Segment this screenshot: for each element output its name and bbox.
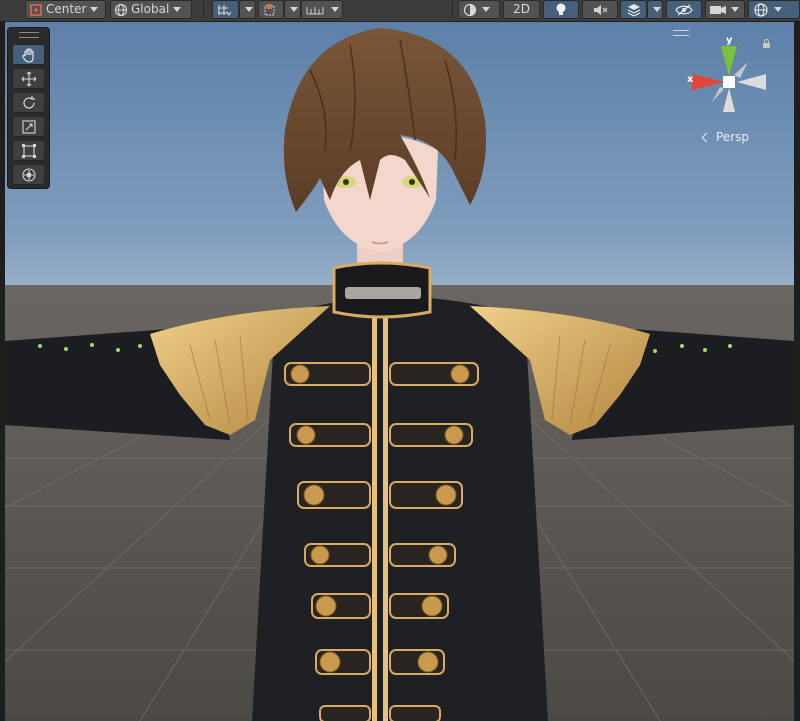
chevron-down-icon: [653, 7, 661, 12]
chevron-down-icon: [482, 7, 490, 12]
scene-toolbar: Center Global 2D: [0, 0, 800, 22]
chevron-down-icon: [331, 7, 339, 12]
gizmo-neg-y-axis[interactable]: [723, 88, 735, 112]
gizmo-center-cube[interactable]: [723, 76, 735, 88]
tool-palette: [7, 27, 50, 189]
chevron-down-icon: [173, 7, 182, 12]
hand-tool-button[interactable]: [12, 44, 45, 65]
rotate-icon: [22, 95, 35, 109]
chevron-down-icon: [245, 7, 253, 12]
chevron-down-icon: [731, 7, 739, 12]
audio-mute-icon: [594, 4, 608, 15]
scale-tool-button[interactable]: [12, 116, 45, 137]
globe-icon: [114, 3, 128, 16]
projection-toggle[interactable]: Persp: [716, 130, 749, 144]
ruler-icon: [306, 6, 324, 14]
hand-icon: [21, 47, 34, 63]
lightbulb-icon: [556, 3, 566, 15]
chevron-down-icon: [90, 7, 99, 12]
toolbar-divider: [203, 2, 204, 18]
scene-effects-toggle[interactable]: [620, 0, 647, 19]
palette-drag-handle[interactable]: [19, 32, 39, 38]
grid-snap-button[interactable]: [212, 0, 239, 19]
shading-mode-icon: [463, 3, 477, 16]
audio-toggle[interactable]: [582, 0, 618, 19]
rotate-tool-button[interactable]: [12, 92, 45, 113]
jacket-placket-center: [377, 300, 383, 721]
lighting-toggle[interactable]: [543, 0, 579, 19]
gizmo-z-axis[interactable]: [734, 62, 748, 78]
gizmo-neg-z-axis[interactable]: [712, 87, 724, 102]
ruler-button[interactable]: [301, 0, 343, 19]
pivot-rotation-label: Global: [131, 2, 170, 16]
rect-tool-button[interactable]: [12, 140, 45, 161]
gizmos-dropdown[interactable]: [748, 0, 800, 19]
scale-icon: [21, 119, 36, 134]
gizmos-globe-icon: [754, 2, 768, 17]
scene-effects-menu[interactable]: [647, 0, 663, 19]
2d-mode-label: 2D: [513, 2, 530, 16]
move-tool-button[interactable]: [12, 68, 45, 89]
toolbar-divider: [452, 2, 453, 18]
scene-viewport[interactable]: [5, 22, 794, 721]
scene-effects-icon: [627, 3, 640, 17]
move-arrows-icon: [21, 71, 36, 86]
gizmo-y-label: y: [726, 35, 733, 46]
chevron-down-icon: [774, 7, 782, 12]
gizmo-neg-x-axis[interactable]: [737, 74, 766, 90]
camera-icon: [710, 5, 726, 14]
rect-transform-icon: [21, 143, 36, 158]
pivot-rotation-dropdown[interactable]: Global: [110, 0, 192, 19]
scene-visibility-toggle[interactable]: [666, 0, 702, 19]
shading-mode-dropdown[interactable]: [458, 0, 500, 19]
gizmo-x-label: x: [687, 74, 694, 85]
unity-scene-window: Center Global 2D y x Persp: [0, 0, 800, 721]
scene-render: [5, 28, 794, 721]
transform-tool-button[interactable]: [12, 164, 45, 185]
visibility-eye-icon: [675, 4, 693, 15]
collar-embroidery: [345, 287, 421, 299]
increment-snap-menu[interactable]: [284, 0, 301, 19]
pivot-mode-dropdown[interactable]: Center: [25, 0, 106, 19]
grid-snap-menu[interactable]: [239, 0, 256, 19]
pivot-mode-label: Center: [46, 2, 87, 16]
window-border-right: [794, 22, 800, 721]
grid-snap-icon: [218, 4, 232, 16]
transform-icon: [21, 167, 36, 182]
gizmo-y-axis[interactable]: [721, 46, 737, 76]
increment-snap-icon: [264, 3, 275, 15]
increment-snap-button[interactable]: [258, 0, 284, 19]
pivot-center-icon: [30, 3, 42, 16]
scene-camera-dropdown[interactable]: [705, 0, 745, 19]
chevron-down-icon: [290, 7, 298, 12]
2d-mode-button[interactable]: 2D: [503, 0, 540, 19]
